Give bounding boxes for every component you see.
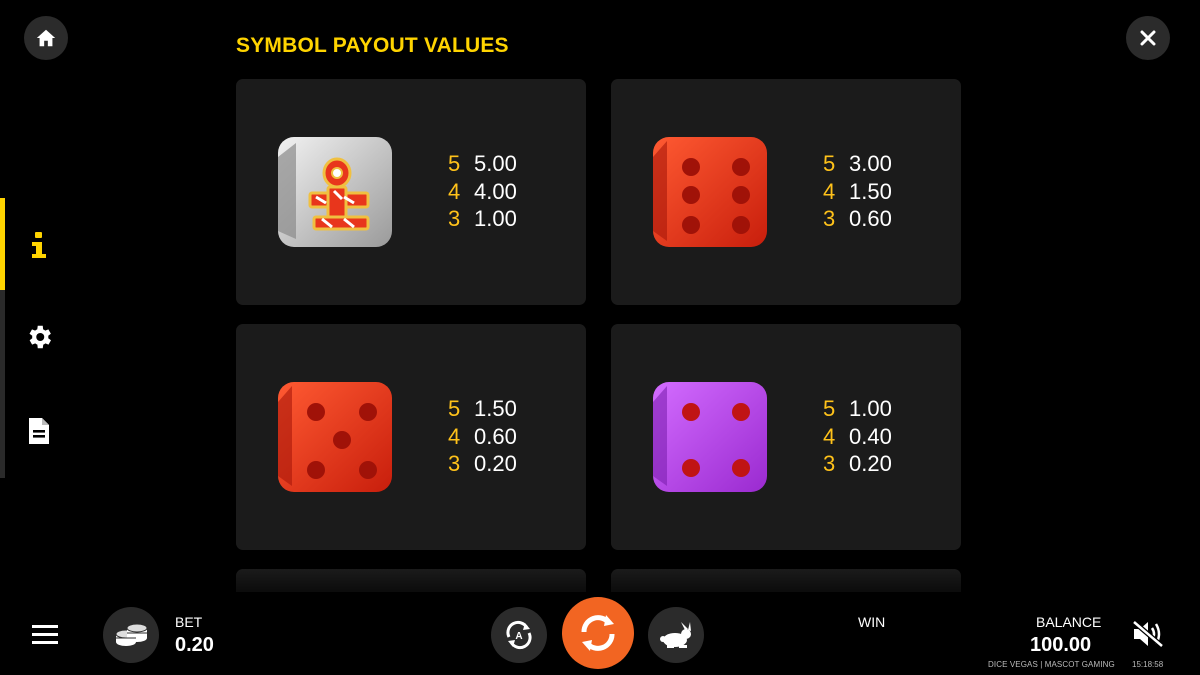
close-button[interactable] [1126,16,1170,60]
payout-row: 3 0.60 [823,206,892,231]
symbol-card: 5 1.00 4 0.40 3 0.20 [611,324,961,550]
payout-row: 4 0.60 [448,423,517,449]
payout-row: 3 0.20 [448,451,517,476]
payout-row: 5 5.00 [448,151,517,176]
payout-row: 5 3.00 [823,151,892,176]
payout-row: 4 1.50 [823,178,892,204]
purple-die-four-icon [653,382,767,492]
menu-button[interactable] [30,620,62,650]
home-button[interactable] [24,16,68,60]
side-nav-active-indicator [0,198,5,290]
autoplay-button[interactable]: A [491,607,547,663]
red-die-five-icon [278,382,392,492]
spin-icon [581,615,615,651]
payout-row: 3 0.20 [823,451,892,476]
payout-table: 5 3.00 4 1.50 3 0.60 [823,151,892,234]
bet-label: BET [175,614,203,630]
red-die-six-icon [653,137,767,247]
payout-row: 5 1.50 [448,396,517,421]
close-icon [1140,30,1156,46]
payout-table: 5 1.50 4 0.60 3 0.20 [448,396,517,479]
spin-button[interactable] [562,597,634,669]
balance-label: BALANCE [1036,614,1102,630]
symbol-card: 5 1.50 4 0.60 3 0.20 [236,324,586,550]
game-brand: DICE VEGAS | MASCOT GAMING [988,660,1115,669]
balance-value: 100.00 [1030,634,1092,656]
home-icon [36,29,56,47]
sound-muted-icon [1132,620,1164,648]
clock: 15:18:58 [1132,660,1164,669]
gear-icon [29,325,52,349]
sound-toggle[interactable] [1130,618,1166,650]
hamburger-menu-icon [32,625,58,644]
coin-stack-icon [115,623,148,646]
symbol-card: 5 3.00 4 1.50 3 0.60 [611,79,961,305]
symbol-card: 5 5.00 4 4.00 3 1.00 [236,79,586,305]
info-icon [32,232,46,258]
page-title: SYMBOL PAYOUT VALUES [236,34,509,57]
turbo-button[interactable] [648,607,704,663]
bet-button[interactable] [103,607,159,663]
payout-table: 5 5.00 4 4.00 3 1.00 [448,151,517,234]
wild-silver-die-icon [278,137,392,247]
autoplay-icon: A [506,620,532,650]
side-nav-info[interactable] [22,228,56,262]
document-icon [29,418,49,444]
svg-text:A: A [515,631,522,642]
bet-value: 0.20 [175,634,214,656]
payout-row: 5 1.00 [823,396,892,421]
side-nav-settings[interactable] [22,320,56,354]
payout-row: 3 1.00 [448,206,517,231]
side-nav-rules[interactable] [22,414,56,448]
rabbit-icon [660,622,691,648]
payout-table: 5 1.00 4 0.40 3 0.20 [823,396,892,479]
payout-row: 4 4.00 [448,178,517,204]
side-nav-rail [0,198,5,478]
payout-row: 4 0.40 [823,423,892,449]
win-label: WIN [858,614,886,630]
